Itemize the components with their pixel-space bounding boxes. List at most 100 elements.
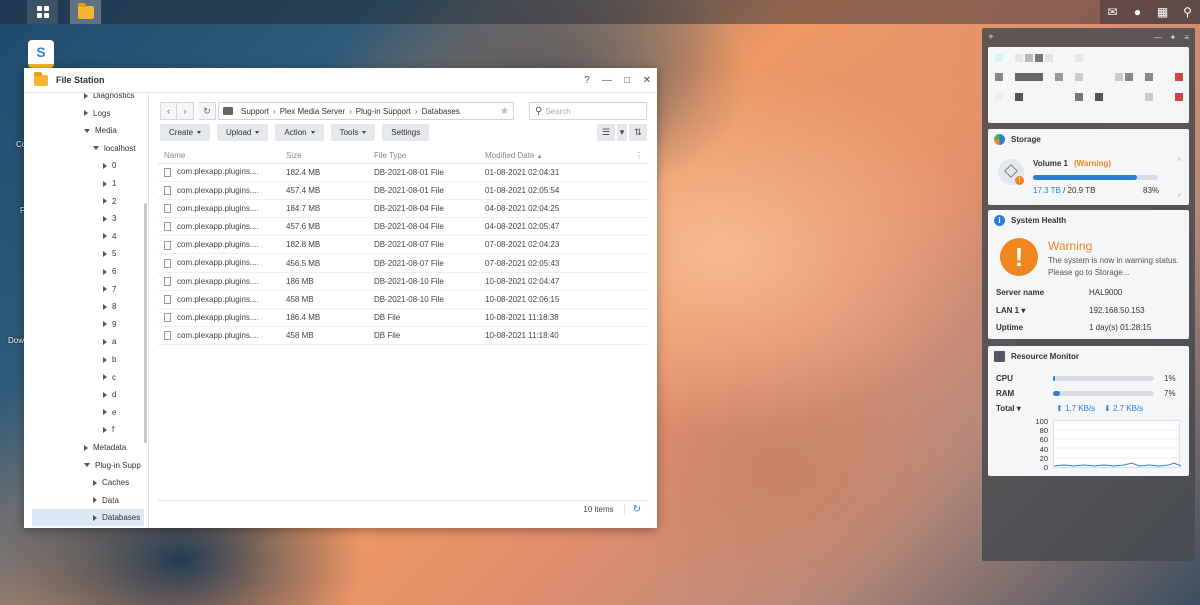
table-row[interactable]: com.plexapp.plugins.... 457.4 MB DB-2021-0… — [158, 181, 647, 200]
widgets-icon[interactable]: ▦ — [1150, 0, 1175, 24]
tree-item[interactable]: 1 — [24, 175, 144, 192]
expand-down-icon[interactable] — [93, 146, 99, 151]
minimize-button[interactable]: — — [597, 75, 617, 86]
tree-item[interactable]: b — [24, 351, 144, 368]
tree-item[interactable]: 4 — [24, 228, 144, 245]
tree-scrollbar[interactable] — [144, 203, 147, 443]
tools-button[interactable]: Tools — [330, 124, 376, 141]
breadcrumb-item[interactable]: Plex Media Server — [280, 107, 345, 116]
table-row[interactable]: com.plexapp.plugins.... 458 MB DB-2021-08-… — [158, 290, 647, 310]
scroll-down-icon[interactable]: ˅ — [1177, 191, 1182, 200]
tree-item[interactable]: 3 — [24, 210, 144, 227]
table-row[interactable]: com.plexapp.plugins.... 457.6 MB DB-2021-0… — [158, 217, 647, 237]
sort-icon[interactable]: ⇅ — [629, 124, 647, 141]
close-button[interactable]: ✕ — [637, 75, 657, 86]
expand-down-icon[interactable] — [84, 463, 90, 468]
search-input[interactable] — [545, 106, 626, 116]
expand-right-icon[interactable] — [103, 426, 107, 433]
expand-right-icon[interactable] — [103, 409, 107, 416]
tree-item[interactable]: 5 — [24, 245, 144, 262]
chat-icon[interactable]: ✉ — [1100, 0, 1125, 24]
expand-right-icon[interactable] — [103, 250, 107, 257]
table-row[interactable]: com.plexapp.plugins.... 184.7 MB DB-2021-0… — [158, 199, 647, 219]
tree-item[interactable]: Logs — [24, 105, 144, 122]
window-titlebar[interactable]: File Station ? — □ ✕ — [24, 68, 657, 93]
expand-right-icon[interactable] — [84, 444, 88, 451]
tree-item[interactable]: d — [24, 386, 144, 403]
expand-right-icon[interactable] — [103, 180, 107, 187]
back-button[interactable]: ‹ — [160, 102, 177, 120]
expand-right-icon[interactable] — [93, 479, 97, 486]
tree-item[interactable]: localhost — [24, 140, 144, 157]
expand-right-icon[interactable] — [103, 303, 107, 310]
breadcrumb-item[interactable]: Plug-in Support — [356, 107, 411, 116]
expand-down-icon[interactable] — [84, 128, 90, 133]
tree-item[interactable]: 2 — [24, 193, 144, 210]
health-message[interactable]: The system is now in warning status. Ple… — [1048, 255, 1183, 279]
column-header-name[interactable]: Name — [158, 149, 280, 164]
tree-item[interactable]: 0 — [24, 157, 144, 174]
expand-right-icon[interactable] — [103, 268, 107, 275]
minimize-panel-icon[interactable]: — — [1154, 33, 1162, 42]
table-row[interactable]: com.plexapp.plugins.... 186.4 MB DB File 10… — [158, 308, 647, 328]
table-row[interactable]: com.plexapp.plugins.... 186 MB DB-2021-08-… — [158, 272, 647, 291]
tree-item[interactable]: Media — [24, 122, 144, 139]
add-widget-icon[interactable]: + — [988, 32, 994, 43]
total-network-label[interactable]: Total ▾ — [996, 404, 1021, 413]
table-row[interactable]: com.plexapp.plugins.... 456.5 MB DB-2021-0… — [158, 253, 647, 273]
expand-right-icon[interactable] — [103, 162, 107, 169]
list-view-icon[interactable]: ☰ — [597, 124, 615, 141]
tree-item[interactable]: 6 — [24, 263, 144, 280]
pin-icon[interactable]: ✦ — [1170, 33, 1177, 42]
expand-right-icon[interactable] — [103, 321, 107, 328]
user-icon[interactable]: ● — [1125, 0, 1150, 24]
column-header-size[interactable]: Size — [280, 149, 368, 164]
expand-right-icon[interactable] — [84, 110, 88, 117]
search-icon[interactable]: ⚲ — [1175, 0, 1200, 24]
tree-item[interactable]: a — [24, 333, 144, 350]
help-button[interactable]: ? — [577, 75, 597, 86]
expand-right-icon[interactable] — [93, 497, 97, 504]
tree-item[interactable]: e — [24, 404, 144, 421]
refresh-icon[interactable]: ↻ — [623, 504, 641, 515]
package-center-desktop-icon[interactable]: S — [28, 40, 54, 68]
refresh-button[interactable]: ↻ — [199, 102, 216, 120]
expand-right-icon[interactable] — [103, 198, 107, 205]
scroll-up-icon[interactable]: ˄ — [1177, 155, 1182, 164]
lan-label[interactable]: LAN 1 ▾ — [996, 306, 1025, 315]
expand-right-icon[interactable] — [103, 356, 107, 363]
breadcrumb-item[interactable]: Support — [241, 107, 269, 116]
expand-right-icon[interactable] — [103, 233, 107, 240]
table-row[interactable]: com.plexapp.plugins.... 182.8 MB DB-2021-0… — [158, 235, 647, 255]
expand-right-icon[interactable] — [103, 215, 107, 222]
tree-item[interactable]: 8 — [24, 298, 144, 315]
view-dropdown-icon[interactable]: ▾ — [617, 124, 627, 141]
tree-item[interactable]: 9 — [24, 316, 144, 333]
expand-right-icon[interactable] — [93, 514, 97, 521]
expand-right-icon[interactable] — [84, 93, 88, 99]
action-button[interactable]: Action — [275, 124, 324, 141]
tree-item[interactable]: Plug-in Supp — [24, 457, 144, 474]
tree-item[interactable]: c — [24, 369, 144, 386]
forward-button[interactable]: › — [177, 102, 194, 120]
tree-item[interactable]: Diagnostics — [24, 93, 144, 104]
favorite-star-icon[interactable]: ★ — [500, 106, 509, 117]
file-station-taskbar-button[interactable] — [70, 0, 101, 24]
panel-settings-icon[interactable]: ≡ — [1184, 33, 1189, 42]
upload-button[interactable]: Upload — [217, 124, 269, 141]
expand-right-icon[interactable] — [103, 286, 107, 293]
table-row[interactable]: com.plexapp.plugins.... 182.4 MB DB-2021-0… — [158, 163, 647, 182]
tree-item[interactable]: f — [24, 421, 144, 438]
tree-item[interactable]: Data — [24, 492, 144, 509]
expand-right-icon[interactable] — [103, 391, 107, 398]
column-header-modified-date[interactable]: Modified Date ▲ ⋮ — [479, 149, 647, 164]
desktop-label[interactable]: Dow — [8, 336, 24, 345]
column-header-file-type[interactable]: File Type — [368, 149, 479, 164]
expand-right-icon[interactable] — [103, 338, 107, 345]
tree-item[interactable]: Databases — [32, 509, 144, 527]
maximize-button[interactable]: □ — [617, 75, 637, 86]
settings-button[interactable]: Settings — [382, 124, 430, 141]
expand-right-icon[interactable] — [103, 374, 107, 381]
tree-item[interactable]: Metadata — [24, 439, 144, 456]
main-menu-button[interactable] — [27, 0, 58, 24]
